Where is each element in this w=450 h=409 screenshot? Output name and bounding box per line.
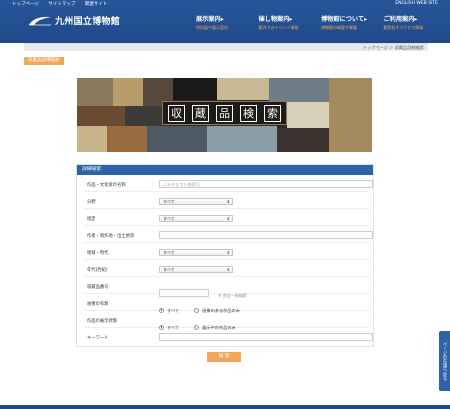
- field-label: 作者・制作地・出土地等: [87, 234, 135, 239]
- field-label: キーワード: [87, 336, 109, 341]
- field-label: 分野: [87, 200, 96, 205]
- field-label: 作品・文化財の名称: [87, 183, 126, 188]
- artwork-name-input[interactable]: よみがなでも検索可: [159, 180, 373, 188]
- top-link-related[interactable]: 関連サイト: [85, 2, 108, 7]
- banner-artwork-tile: [329, 78, 372, 152]
- select-value: すべて: [163, 267, 175, 272]
- region-era-select[interactable]: すべて ⬍: [159, 249, 233, 256]
- banner-artwork-tile: [113, 78, 143, 106]
- field-label: 年代(西紀): [87, 268, 108, 273]
- nav-label: 催し物案内▸: [258, 16, 293, 23]
- banner-artwork-tile: [77, 126, 107, 152]
- nav-sublabel: 観覧料やアクセス情報: [383, 25, 424, 30]
- banner-artwork-tile: [107, 126, 147, 152]
- banner-artwork-tile: [277, 128, 329, 152]
- page-title: 収蔵品詳細検索: [24, 57, 64, 65]
- banner-title: 収 蔵 品 検 索: [162, 101, 287, 125]
- keyword-input[interactable]: [159, 333, 373, 341]
- form-row: 分野 すべて ⬍: [83, 194, 369, 209]
- radio-image-all[interactable]: [159, 307, 164, 313]
- footer-bar: [0, 405, 450, 409]
- select-value: すべて: [163, 216, 175, 221]
- breadcrumb[interactable]: トップページ ＞ 収蔵品詳細検索: [363, 45, 424, 51]
- form-row: キーワード: [83, 330, 373, 345]
- radio-label: 画像のある作品のみ: [202, 307, 240, 313]
- detailed-search-panel: 詳細検索 作品・文化財の名称 よみがなでも検索可 分野 すべて ⬍ 指定 すべて…: [76, 164, 374, 347]
- field-label: 画像の有無: [87, 302, 109, 307]
- banner-artwork-tile: [269, 78, 329, 102]
- banner-title-char: 収: [168, 105, 185, 122]
- banner-artwork-tile: [207, 126, 277, 152]
- field-label: 地域・時代: [87, 251, 109, 256]
- nav-label: ご利用案内▸: [383, 16, 418, 23]
- nav-sublabel: 特別展や展示案内: [196, 25, 228, 30]
- select-value: すべて: [163, 199, 175, 204]
- nav-visit[interactable]: ご利用案内▸ 観覧料やアクセス情報: [378, 14, 441, 38]
- banner-artwork-tile: [217, 78, 269, 100]
- radio-label: 展示中の作品のみ: [202, 324, 236, 330]
- museum-logo-icon: [29, 16, 51, 26]
- main-nav: 展示案内▸ 特別展や展示案内 催し物案内▸ 館内でのイベント情報 博物館について…: [190, 14, 440, 38]
- select-arrow-icon: ⬍: [226, 199, 230, 204]
- radio-display-only[interactable]: [194, 324, 200, 330]
- field-label: 作品の展示状態: [87, 319, 118, 324]
- radio-image-only[interactable]: [194, 307, 200, 313]
- breadcrumb-bar: トップページ ＞ 収蔵品詳細検索: [24, 43, 428, 51]
- form-row: 作者・制作地・出土地等: [83, 228, 373, 243]
- form-row: 年代(西紀) すべて ⬍: [83, 262, 369, 277]
- select-arrow-icon: ⬍: [226, 267, 230, 272]
- banner-title-char: 索: [264, 105, 281, 122]
- logo-text: 九州国立博物館: [55, 17, 121, 27]
- radio-display-all[interactable]: [159, 324, 164, 330]
- banner-artwork-tile: [77, 78, 113, 106]
- select-value: すべて: [163, 250, 175, 255]
- nav-sublabel: 博物館の概要や事業: [321, 25, 357, 30]
- nav-sublabel: 館内でのイベント情報: [258, 25, 299, 30]
- banner-title-char: 検: [240, 105, 257, 122]
- nav-label: 博物館について▸: [321, 16, 368, 23]
- designation-select[interactable]: すべて ⬍: [159, 215, 233, 222]
- nav-about[interactable]: 博物館について▸ 博物館の概要や事業: [315, 14, 378, 38]
- form-row: 指定 すべて ⬍: [83, 211, 369, 226]
- radio-label: すべて: [167, 307, 180, 313]
- form-row: 作品・文化財の名称 よみがなでも検索可: [83, 177, 373, 192]
- site-logo[interactable]: 九州国立博物館: [28, 12, 138, 30]
- banner-title-char: 蔵: [192, 105, 209, 122]
- banner-artwork-tile: [125, 106, 162, 126]
- utility-links: トップページ サイトマップ 関連サイト: [12, 1, 115, 7]
- back-to-top-button[interactable]: ページの先頭へ戻る: [439, 331, 450, 391]
- banner-title-char: 品: [216, 105, 233, 122]
- banner-artwork-tile: [77, 106, 125, 126]
- category-select[interactable]: すべて ⬍: [159, 198, 233, 205]
- form-row: 収蔵品番号 ※ 完全一致検索: [83, 279, 369, 298]
- nav-exhibitions[interactable]: 展示案内▸ 特別展や展示案内: [190, 14, 253, 38]
- banner-artwork-tile: [147, 126, 207, 152]
- banner-artwork-tile: [173, 78, 217, 100]
- form-row: 作品の展示状態 すべて 展示中の作品のみ: [83, 313, 369, 330]
- form-row: 画像の有無 すべて 画像のある作品のみ: [83, 296, 369, 313]
- form-row: 地域・時代 すべて ⬍: [83, 245, 369, 260]
- top-link-sitemap[interactable]: サイトマップ: [48, 2, 75, 7]
- field-label: 収蔵品番号: [87, 285, 109, 290]
- site-header: トップページ サイトマップ 関連サイト ENGLISH WEB SITE 九州国…: [0, 0, 450, 43]
- field-label: 指定: [87, 217, 96, 222]
- top-link-home[interactable]: トップページ: [12, 2, 39, 7]
- nav-label: 展示案内▸: [196, 16, 224, 23]
- search-button[interactable]: 検 索: [207, 352, 241, 362]
- collection-banner: 収 蔵 品 検 索: [77, 78, 372, 152]
- banner-artwork-tile: [287, 102, 329, 128]
- author-place-input[interactable]: [159, 231, 373, 239]
- select-arrow-icon: ⬍: [226, 216, 230, 221]
- year-select[interactable]: すべて ⬍: [159, 266, 233, 273]
- select-arrow-icon: ⬍: [226, 250, 230, 255]
- english-site-link[interactable]: ENGLISH WEB SITE: [395, 1, 438, 6]
- panel-heading: 詳細検索: [77, 165, 373, 175]
- radio-label: すべて: [167, 324, 180, 330]
- nav-events[interactable]: 催し物案内▸ 館内でのイベント情報: [253, 14, 316, 38]
